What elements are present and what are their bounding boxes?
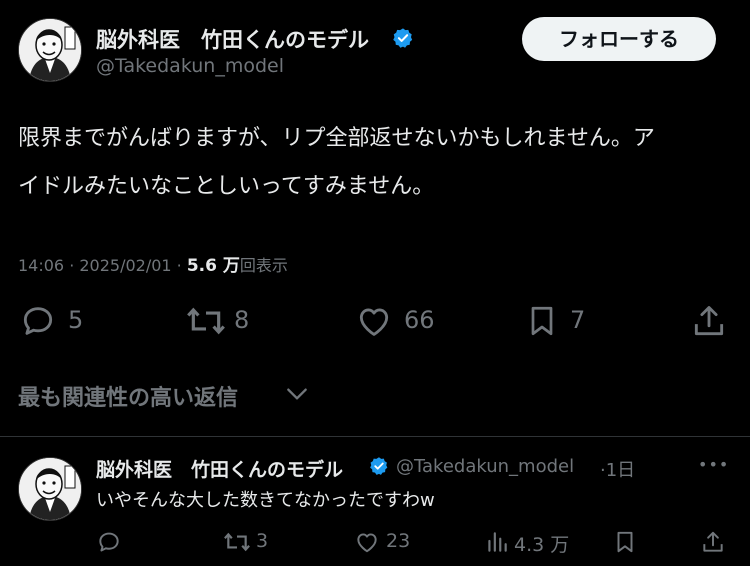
tweet-time[interactable]: 14:06 · 2025/02/01 ·: [18, 256, 187, 275]
bookmark-count: 7: [570, 306, 586, 334]
author-name[interactable]: 脳外科医 竹田くんのモデル: [96, 24, 369, 54]
bookmark-icon[interactable]: [612, 529, 638, 555]
retweet-icon[interactable]: [222, 529, 252, 555]
verified-icon: [392, 27, 414, 49]
retweet-icon[interactable]: [185, 302, 227, 340]
follow-button[interactable]: フォローする: [522, 17, 716, 61]
share-icon[interactable]: [690, 302, 728, 340]
reply-views-count: 4.3 万: [514, 534, 570, 556]
views-icon[interactable]: [484, 529, 510, 555]
reply-icon[interactable]: [96, 529, 122, 555]
reply-retweet-count: 3: [256, 530, 269, 552]
sort-replies-label: 最も関連性の高い返信: [18, 386, 239, 411]
like-icon[interactable]: [354, 529, 380, 555]
avatar-illustration: [19, 458, 81, 520]
more-icon[interactable]: •••: [698, 455, 729, 474]
bookmark-icon[interactable]: [524, 302, 560, 340]
tweet-meta: 14:06 · 2025/02/01 · 5.6 万回表示: [18, 251, 288, 276]
views-count: 5.6 万: [186, 256, 240, 276]
author-handle[interactable]: @Takedakun_model: [96, 55, 284, 77]
tweet-text: 限界までがんばりますが、リプ全部返せないかもしれません。ア イドルみたいなことし…: [18, 120, 732, 206]
reply-like-count: 23: [386, 530, 411, 552]
author-avatar[interactable]: [18, 18, 82, 82]
retweet-count: 8: [234, 306, 250, 334]
reply-count: 5: [68, 306, 84, 334]
tweet-text-line: イドルみたいなことしいってすみません。: [18, 174, 435, 199]
avatar-illustration: [19, 19, 81, 81]
like-icon[interactable]: [354, 302, 394, 340]
chevron-down-icon[interactable]: [284, 383, 310, 409]
reply-author-name[interactable]: 脳外科医 竹田くんのモデル: [96, 455, 343, 482]
sort-replies-button[interactable]: 最も関連性の高い返信: [18, 380, 238, 412]
divider: [0, 436, 750, 437]
views-label: 回表示: [239, 256, 288, 275]
reply-age[interactable]: ·1日: [600, 456, 635, 482]
reply-author-avatar[interactable]: [18, 457, 82, 521]
reply-icon[interactable]: [18, 302, 58, 340]
reply-text: いやそんな大した数きてなかったですわw: [96, 490, 435, 511]
verified-icon: [369, 456, 389, 476]
like-count: 66: [404, 306, 435, 334]
reply-author-handle[interactable]: @Takedakun_model: [396, 456, 574, 477]
tweet-text-line: 限界までがんばりますが、リプ全部返せないかもしれません。ア: [18, 126, 655, 151]
share-icon[interactable]: [700, 529, 726, 555]
